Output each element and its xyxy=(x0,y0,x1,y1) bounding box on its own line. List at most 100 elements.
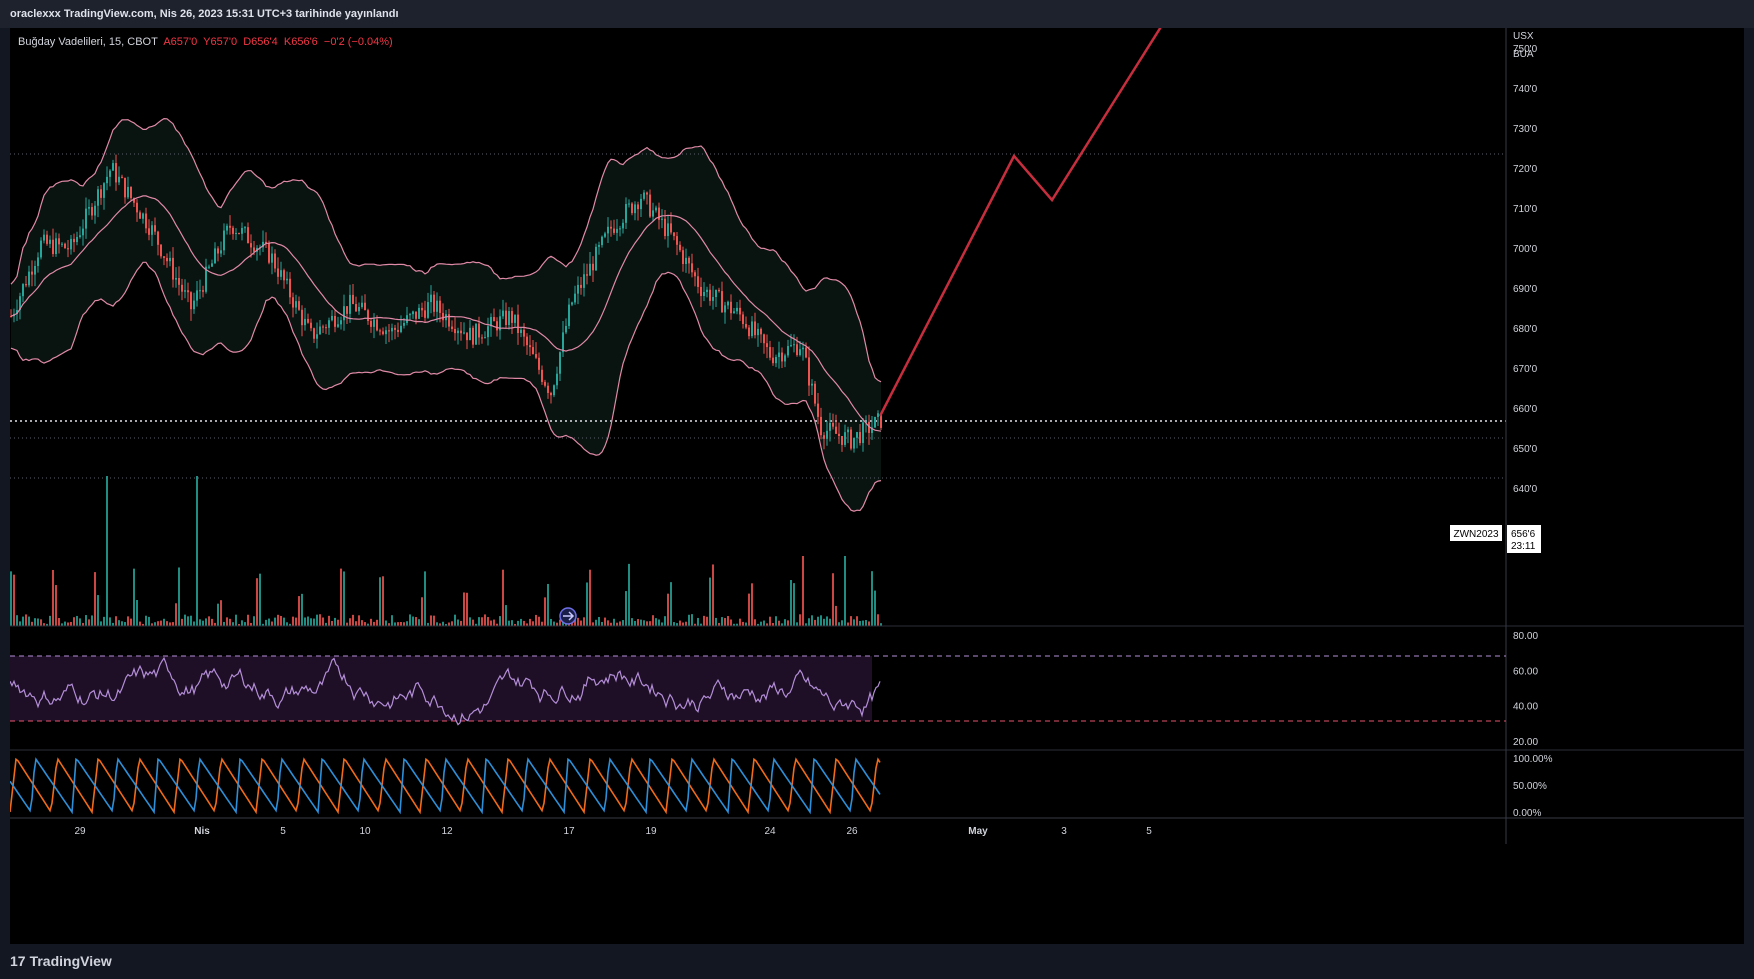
volume-bar xyxy=(352,614,354,626)
candle-body xyxy=(631,203,633,214)
candle-body xyxy=(739,307,741,315)
volume-bar xyxy=(469,617,471,626)
candle-body xyxy=(376,319,378,331)
tradingview-logo[interactable]: 17 TradingView xyxy=(10,953,112,969)
candle-body xyxy=(250,243,252,248)
candle-body xyxy=(370,320,372,327)
volume-bar xyxy=(118,620,120,626)
volume-bar xyxy=(292,616,294,626)
candle-body xyxy=(139,212,141,219)
tradingview-logo-icon: 17 xyxy=(10,953,26,969)
candle-body xyxy=(394,327,396,330)
candle-body xyxy=(286,278,288,281)
candle-body xyxy=(406,315,408,323)
candle-body xyxy=(121,176,123,178)
volume-bar xyxy=(715,617,717,626)
event-icon[interactable] xyxy=(559,607,577,625)
volume-bar xyxy=(580,620,582,626)
volume-bar xyxy=(583,617,585,626)
volume-bar xyxy=(706,616,708,626)
volume-bar xyxy=(52,569,54,626)
candle-body xyxy=(253,247,255,252)
time-tick: 10 xyxy=(359,826,371,837)
volume-bar xyxy=(835,605,837,626)
volume-bar xyxy=(460,620,462,626)
publish-text: oraclexxx TradingView.com, Nis 26, 2023 … xyxy=(10,8,399,20)
candle-body xyxy=(784,355,786,362)
volume-bar xyxy=(634,620,636,626)
candle-body xyxy=(877,413,879,418)
time-tick: Nis xyxy=(194,826,210,837)
volume-bar xyxy=(298,596,300,626)
candle-body xyxy=(439,300,441,313)
candle-body xyxy=(766,343,768,348)
price-tick: 650'0 xyxy=(1513,444,1538,455)
volume-bar xyxy=(862,620,864,626)
candle-body xyxy=(208,266,210,268)
candle-body xyxy=(826,430,828,439)
candle-body xyxy=(799,349,801,356)
volume-bar xyxy=(586,582,588,626)
legend-close: 656'6 xyxy=(291,36,318,48)
volume-bar xyxy=(457,619,459,626)
candle-body xyxy=(31,271,33,275)
time-tick: 19 xyxy=(645,826,657,837)
candle-body xyxy=(781,352,783,362)
candle-body xyxy=(22,284,24,297)
rsi-band xyxy=(10,656,872,721)
volume-bar xyxy=(220,600,222,626)
candle-body xyxy=(328,320,330,328)
volume-bar xyxy=(544,597,546,626)
price-tick: 720'0 xyxy=(1513,164,1538,175)
legend-low-label: D xyxy=(243,36,252,48)
candle-body xyxy=(700,286,702,297)
candle-body xyxy=(43,234,45,241)
volume-bar xyxy=(31,621,33,626)
volume-bar xyxy=(502,569,504,626)
candle-body xyxy=(505,310,507,325)
price-tick: 710'0 xyxy=(1513,204,1538,215)
candle-body xyxy=(211,263,213,267)
candle-body xyxy=(580,284,582,288)
candle-body xyxy=(403,322,405,326)
candle-body xyxy=(760,328,762,335)
candle-body xyxy=(223,230,225,251)
candle-body xyxy=(346,306,348,314)
volume-bar xyxy=(760,621,762,626)
time-tick: 24 xyxy=(764,826,776,837)
chart-svg[interactable]: 770'0760'0750'0740'0730'0720'0710'0700'0… xyxy=(9,0,1744,944)
candle-body xyxy=(58,238,60,245)
volume-bar xyxy=(829,618,831,626)
volume-bar xyxy=(619,621,621,626)
volume-bar xyxy=(37,618,39,626)
candle-body xyxy=(295,301,297,308)
volume-bar xyxy=(532,621,534,626)
chart-area[interactable]: 770'0760'0750'0740'0730'0720'0710'0700'0… xyxy=(9,0,1744,944)
volume-bar xyxy=(478,617,480,626)
candle-body xyxy=(856,432,858,438)
volume-bar xyxy=(391,615,393,626)
volume-bar xyxy=(865,620,867,626)
volume-bar xyxy=(730,619,732,626)
price-tick: 730'0 xyxy=(1513,124,1538,135)
candle-body xyxy=(25,284,27,286)
volume-bar xyxy=(115,616,117,626)
candle-body xyxy=(325,327,327,329)
volume-bar xyxy=(631,618,633,626)
volume-bar xyxy=(775,616,777,626)
candle-body xyxy=(340,320,342,325)
volume-bar xyxy=(622,620,624,626)
volume-bar xyxy=(646,621,648,626)
candle-body xyxy=(190,292,192,310)
volume-bar xyxy=(874,590,876,626)
candle-body xyxy=(106,176,108,184)
price-tick: 690'0 xyxy=(1513,284,1538,295)
candle-body xyxy=(163,256,165,258)
volume-bar xyxy=(727,616,729,626)
candle-body xyxy=(808,357,810,386)
candle-body xyxy=(847,429,849,433)
time-tick: 3 xyxy=(1061,826,1067,837)
volume-bar xyxy=(358,615,360,626)
volume-bar xyxy=(130,618,132,626)
candle-body xyxy=(157,231,159,245)
